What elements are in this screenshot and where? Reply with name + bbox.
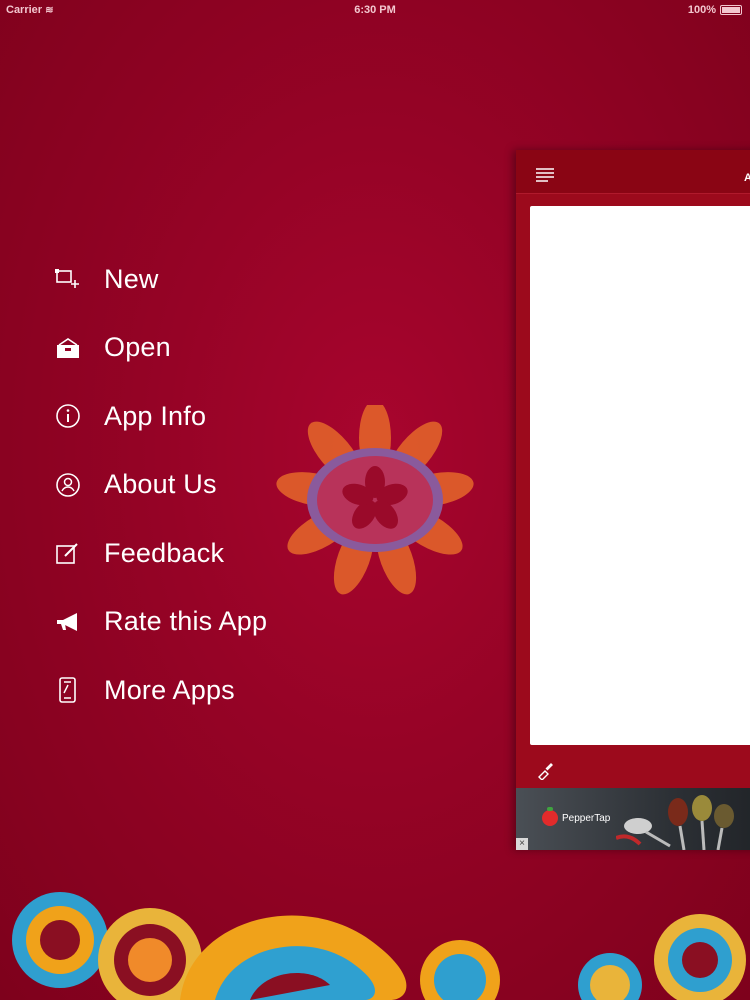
ad-banner[interactable]: PepperTap ×: [516, 788, 750, 850]
menu-item-more-apps[interactable]: More Apps: [50, 656, 267, 725]
megaphone-icon: [50, 608, 86, 636]
status-bar: Carrier ︎≋ 6:30 PM 100%: [0, 0, 750, 22]
main-content-panel[interactable]: A PepperTap ×: [516, 150, 750, 850]
menu-item-label: More Apps: [104, 674, 235, 705]
ad-logo: PepperTap: [542, 807, 611, 826]
phones-icon: [50, 676, 86, 704]
menu-item-label: App Info: [104, 400, 207, 431]
menu-item-label: About Us: [104, 469, 217, 500]
ad-brand: PepperTap: [562, 812, 611, 824]
menu-item-label: New: [104, 263, 159, 294]
menu-item-feedback[interactable]: Feedback: [50, 519, 267, 588]
document-canvas[interactable]: [530, 206, 750, 745]
brush-tool-icon[interactable]: [536, 762, 554, 785]
new-document-icon: [50, 265, 86, 293]
flower-mandala-decoration: [276, 405, 474, 595]
battery-percent: 100%: [687, 4, 716, 16]
tomato-logo-icon: [542, 807, 558, 826]
menu-item-label: Feedback: [104, 537, 225, 568]
menu-item-open[interactable]: Open: [50, 314, 267, 383]
hamburger-menu-icon[interactable]: [536, 168, 554, 187]
panel-header: A: [516, 150, 750, 194]
person-circle-icon: [50, 471, 86, 499]
menu-item-label: Open: [104, 332, 171, 363]
menu-item-app-info[interactable]: App Info: [50, 382, 267, 451]
paisley-border-decoration: [12, 892, 746, 1000]
open-box-icon: [50, 334, 86, 362]
menu-item-new[interactable]: New: [50, 245, 267, 314]
status-time: 6:30 PM: [354, 4, 396, 16]
side-menu: New Open App Info About Us Feedback Rate…: [50, 245, 267, 725]
info-icon: [50, 402, 86, 430]
menu-item-rate-app[interactable]: Rate this App: [50, 588, 267, 657]
edit-icon: [50, 539, 86, 567]
battery-status: 100%: [688, 4, 742, 16]
battery-icon: [720, 5, 742, 15]
menu-item-label: Rate this App: [104, 606, 268, 637]
ad-close-button[interactable]: ×: [516, 838, 528, 850]
spice-spoons-image: [616, 795, 734, 850]
menu-item-about-us[interactable]: About Us: [50, 451, 267, 520]
panel-title: A: [744, 172, 750, 184]
